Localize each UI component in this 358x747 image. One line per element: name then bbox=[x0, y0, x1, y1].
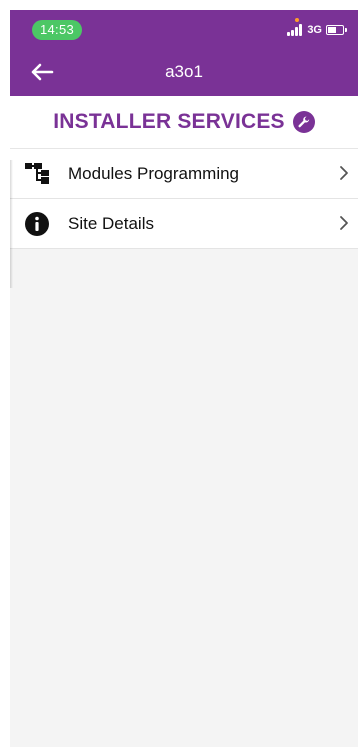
wrench-icon bbox=[292, 111, 315, 133]
chevron-right-icon bbox=[340, 216, 348, 230]
section-header: INSTALLER SERVICES bbox=[10, 96, 358, 149]
menu-item-label: Site Details bbox=[68, 213, 154, 233]
status-bar: 14:53 3G bbox=[10, 10, 358, 50]
battery-icon bbox=[326, 25, 347, 35]
hierarchy-icon bbox=[24, 161, 50, 187]
chevron-right-icon bbox=[340, 166, 348, 180]
signal-icon bbox=[287, 18, 303, 36]
edge-shadow bbox=[10, 160, 13, 288]
menu-item-modules-programming[interactable]: Modules Programming bbox=[10, 149, 358, 199]
menu-item-site-details[interactable]: Site Details bbox=[10, 199, 358, 249]
info-icon bbox=[24, 211, 50, 237]
app-header: 14:53 3G a3o1 bbox=[10, 10, 358, 96]
menu-list: Modules Programming Site Details bbox=[10, 149, 358, 249]
menu-item-label: Modules Programming bbox=[68, 163, 240, 183]
status-time: 14:53 bbox=[32, 20, 83, 40]
nav-bar: a3o1 bbox=[10, 50, 358, 96]
section-title: INSTALLER SERVICES bbox=[53, 110, 285, 133]
status-indicators: 3G bbox=[287, 18, 347, 36]
network-type: 3G bbox=[307, 24, 322, 36]
app-screen: 14:53 3G a3o1 INSTALLER SERVICES Modules… bbox=[10, 10, 358, 747]
nav-title: a3o1 bbox=[165, 62, 203, 81]
